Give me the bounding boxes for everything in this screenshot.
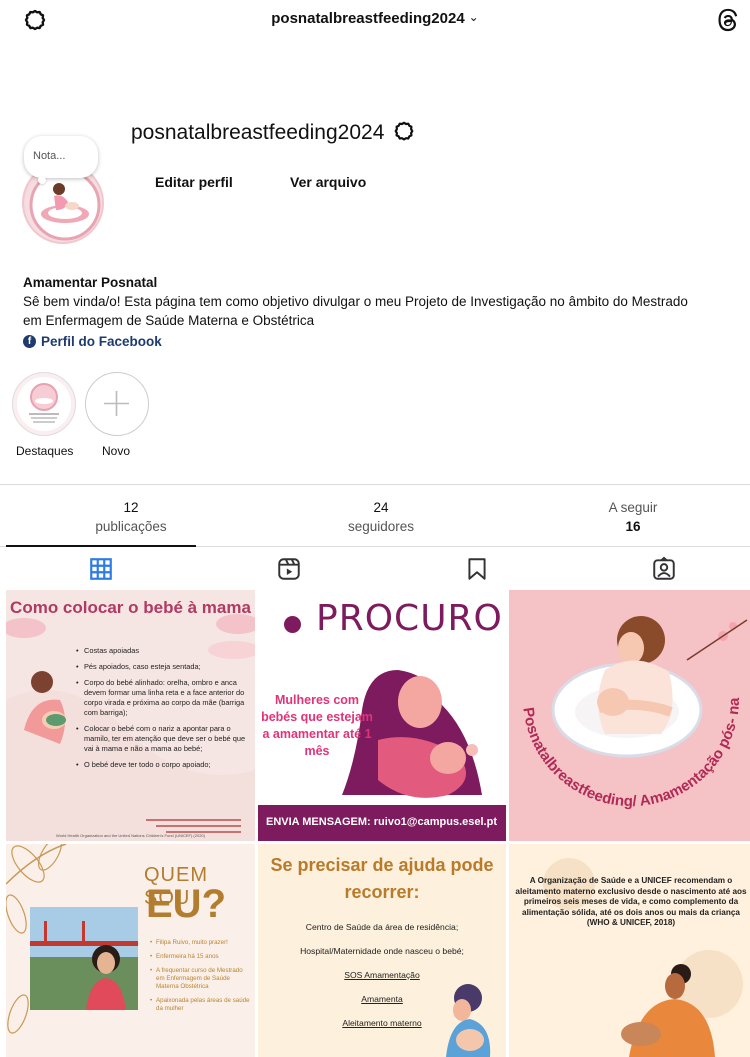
post-footer: World Health Organization and the United… [56, 833, 205, 838]
following-label: A seguir [608, 500, 658, 515]
facebook-icon: f [23, 335, 36, 348]
profile-username: posnatalbreastfeeding2024 [131, 121, 385, 144]
post-list-item: O bebé deve ter todo o corpo apoiado; [76, 760, 252, 770]
plus-icon [104, 391, 129, 416]
post-tile[interactable]: Como colocar o bebé à mama Costas apoiad… [6, 590, 255, 841]
new-highlight-button[interactable] [85, 372, 149, 436]
reels-icon[interactable] [276, 556, 302, 582]
post-tile[interactable]: PROCURO Mulheres com bebés que estejam a… [258, 590, 506, 841]
display-name: Amamentar Posnatal [23, 275, 158, 290]
post-banner: ENVIA MENSAGEM: ruivo1@campus.esel.pt [258, 805, 506, 841]
post-link: Amamenta [361, 994, 403, 1004]
post-list-item: Apaixonada pelas áreas de saúde da mulhe… [150, 997, 250, 1013]
note-bubble[interactable]: Nota... [24, 136, 98, 184]
post-tile[interactable]: A Organização de Saúde e a UNICEF recome… [509, 844, 750, 1057]
post-list-item: Filipa Ruivo, muito prazer! [150, 939, 250, 947]
highlight-thumbnail [17, 377, 71, 431]
post-caption: Posnatalbreastfeeding/ Amamentação pós- … [509, 590, 743, 810]
facebook-link-label: Perfil do Facebook [41, 334, 162, 349]
grid-icon[interactable] [88, 556, 114, 582]
bio-line-1: Sê bem vinda/o! Esta página tem como obj… [23, 294, 688, 309]
following-count: 16 [625, 519, 641, 534]
highlight-destaques[interactable] [12, 372, 76, 436]
chevron-down-icon: ⌄ [468, 10, 479, 24]
post-list-item: Corpo do bebé alinhado: orelha, ombro e … [76, 678, 252, 718]
tagged-icon[interactable] [651, 556, 677, 582]
saved-icon[interactable] [464, 556, 490, 582]
highlight-label: Destaques [16, 444, 74, 458]
profile-photo [30, 907, 138, 1010]
post-text-body: A Organização de Saúde e a UNICEF recome… [515, 876, 747, 917]
highlight-label: Novo [102, 444, 131, 458]
bio-line-2: em Enfermagem de Saúde Materna e Obstétr… [23, 313, 315, 328]
post-source: (WHO & UNICEF, 2018) [586, 918, 676, 927]
active-tab-indicator [6, 545, 196, 547]
post-caption-arc: Posnatalbreastfeeding/ Amamentação pós- … [509, 590, 743, 810]
top-bar: posnatalbreastfeeding2024 ⌄ [0, 0, 750, 44]
post-list-item: Costas apoiadas [76, 646, 252, 656]
followers-count: 24 [373, 500, 389, 515]
settings-icon[interactable] [392, 120, 416, 144]
divider [0, 484, 750, 485]
post-link: Aleitamento materno [342, 1018, 422, 1028]
posts-label: publicações [95, 519, 167, 534]
post-link: SOS Amamentação [344, 970, 420, 980]
post-list: Costas apoiadas Pés apoiados, caso estej… [76, 646, 252, 776]
threads-icon[interactable] [715, 7, 741, 33]
post-title: Como colocar o bebé à mama [10, 598, 251, 617]
profile-bio: Amamentar Posnatal Sê bem vinda/o! Esta … [23, 273, 743, 351]
post-title-emphasis: EU? [146, 882, 226, 926]
post-list-item: Centro de Saúde da área de residência; [305, 922, 459, 932]
post-text: A Organização de Saúde e a UNICEF recome… [511, 876, 750, 929]
post-list-item: A frequentar curso de Mestrado em Enferm… [150, 967, 250, 991]
post-tile[interactable]: Se precisar de ajuda pode recorrer: Cent… [258, 844, 506, 1057]
followers-label: seguidores [347, 519, 415, 534]
post-list-item: Enfermeira há 15 anos [150, 953, 250, 961]
post-list-item: Pés apoiados, caso esteja sentada; [76, 662, 252, 672]
svg-text:Posnatalbreastfeeding/ Amament: Posnatalbreastfeeding/ Amamentação pós- … [509, 590, 743, 810]
facebook-profile-link[interactable]: f Perfil do Facebook [23, 332, 743, 351]
post-title: Se precisar de ajuda pode recorrer: [270, 855, 494, 902]
view-archive-button[interactable]: Ver arquivo [290, 174, 366, 190]
photo-illustration [30, 907, 138, 1010]
stat-followers[interactable]: 24 seguidores [316, 498, 446, 536]
post-list: Filipa Ruivo, muito prazer! Enfermeira h… [150, 939, 250, 1019]
edit-profile-button[interactable]: Editar perfil [155, 174, 233, 190]
post-text: Mulheres com bebés que estejam a amament… [261, 693, 373, 758]
account-switcher[interactable]: posnatalbreastfeeding2024 ⌄ [0, 10, 750, 27]
bullet-dot [284, 616, 301, 633]
post-title: PROCURO [316, 598, 503, 639]
note-placeholder: Nota... [33, 150, 66, 162]
stat-posts: 12 publicações [64, 498, 198, 536]
posts-grid: Como colocar o bebé à mama Costas apoiad… [6, 590, 750, 1057]
post-list-item: Colocar o bebé com o nariz a apontar par… [76, 724, 252, 754]
post-list-item: Hospital/Maternidade onde nasceu o bebé; [300, 946, 464, 956]
post-tile[interactable]: QUEM SOU EU? Filipa Ruivo, muito prazer!… [6, 844, 255, 1057]
posts-count: 12 [123, 500, 139, 515]
account-name: posnatalbreastfeeding2024 [271, 10, 465, 27]
post-tile[interactable]: Posnatalbreastfeeding/ Amamentação pós- … [509, 590, 750, 841]
stat-following[interactable]: A seguir 16 [585, 498, 681, 536]
post-list: Centro de Saúde da área de residência; H… [258, 922, 506, 1042]
